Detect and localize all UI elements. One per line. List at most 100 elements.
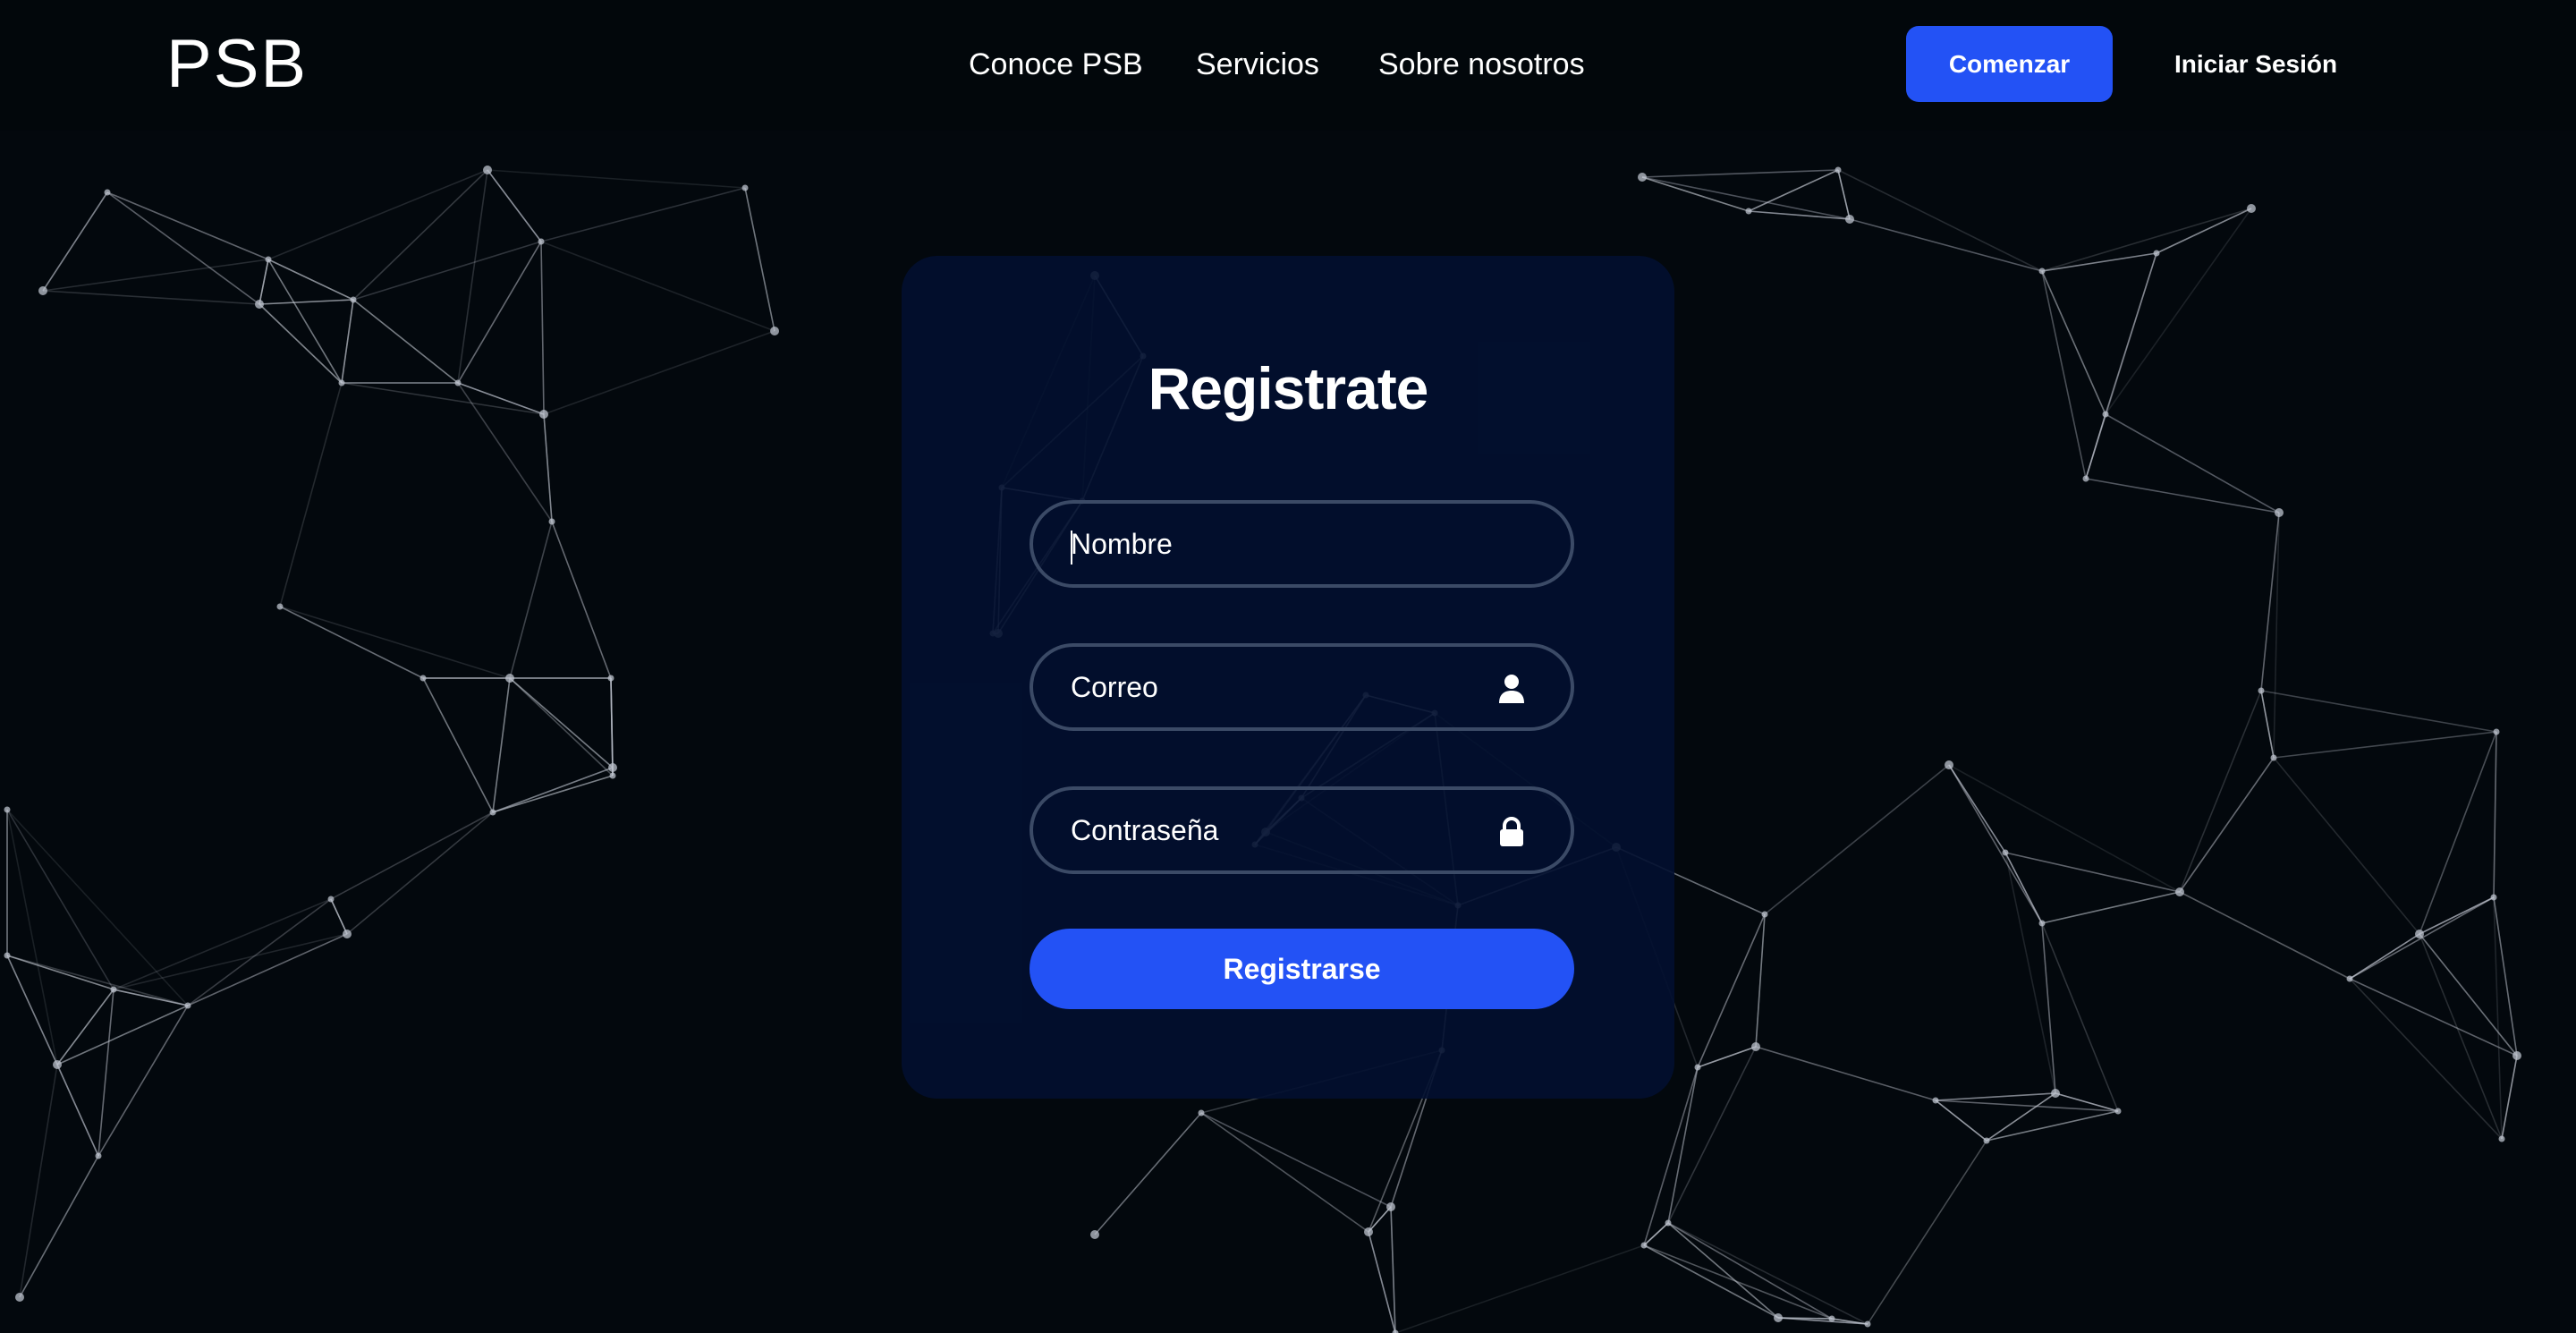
network-node	[1745, 208, 1752, 215]
network-node	[343, 930, 352, 938]
network-line	[1935, 1092, 2056, 1101]
email-input[interactable]	[1033, 647, 1571, 727]
network-line	[509, 677, 614, 768]
network-line	[2419, 731, 2497, 935]
network-line	[492, 677, 511, 813]
password-input[interactable]	[1033, 790, 1571, 870]
network-node	[741, 184, 749, 191]
network-line	[1837, 169, 2043, 272]
network-line	[540, 241, 545, 415]
network-line	[492, 775, 614, 813]
nav-link-sobre-nosotros[interactable]: Sobre nosotros	[1378, 43, 1585, 86]
password-field[interactable]	[1030, 786, 1574, 874]
network-line	[610, 677, 614, 768]
network-line	[330, 898, 348, 935]
email-field[interactable]	[1030, 643, 1574, 731]
name-input[interactable]	[1033, 504, 1571, 584]
network-line	[1641, 176, 1851, 220]
network-line	[1368, 1206, 1392, 1233]
network-line	[1641, 176, 1750, 212]
network-line	[6, 809, 189, 1006]
network-node	[327, 896, 335, 903]
network-node	[1364, 1227, 1373, 1236]
network-node	[1665, 1219, 1672, 1227]
nav-link-conoce-psb[interactable]: Conoce PSB	[969, 43, 1143, 86]
network-line	[2004, 852, 2181, 893]
network-line	[492, 767, 614, 813]
network-node	[338, 379, 345, 386]
nav-link-servicios[interactable]: Servicios	[1196, 43, 1319, 86]
network-node	[539, 410, 548, 419]
network-line	[279, 606, 511, 679]
network-line	[113, 933, 348, 990]
network-line	[267, 169, 488, 260]
network-line	[56, 989, 114, 1066]
network-line	[1667, 1066, 1699, 1224]
network-line	[457, 382, 545, 415]
network-line	[1948, 764, 2181, 893]
network-node	[538, 238, 545, 245]
register-button[interactable]: Registrarse	[1030, 929, 1574, 1009]
network-node	[489, 809, 496, 816]
iniciar-sesion-link[interactable]: Iniciar Sesión	[2174, 43, 2337, 86]
network-line	[2273, 512, 2280, 759]
network-node	[15, 1293, 24, 1302]
text-cursor	[1071, 531, 1072, 565]
network-line	[2260, 690, 2275, 759]
network-line	[42, 191, 108, 292]
network-line	[2260, 690, 2497, 733]
network-line	[2041, 891, 2181, 924]
network-line	[551, 521, 612, 679]
name-field[interactable]	[1030, 500, 1574, 588]
network-line	[42, 290, 260, 305]
network-line	[487, 169, 542, 242]
network-node	[2493, 728, 2500, 735]
comenzar-button[interactable]: Comenzar	[1906, 26, 2113, 102]
register-card: Registrate Registrarse	[902, 256, 1674, 1099]
network-node	[2175, 887, 2184, 896]
network-node	[2082, 475, 2089, 482]
network-line	[2105, 208, 2252, 415]
network-node	[4, 952, 11, 959]
network-node	[483, 166, 492, 174]
network-node	[1828, 1315, 1835, 1322]
network-node	[1864, 1320, 1871, 1328]
network-line	[258, 259, 269, 305]
network-node	[2038, 267, 2046, 275]
network-line	[2501, 1055, 2518, 1140]
network-node	[1983, 1137, 1990, 1144]
network-line	[56, 1005, 189, 1066]
network-node	[1694, 1064, 1701, 1071]
network-line	[2041, 922, 2056, 1094]
network-line	[1394, 1244, 1645, 1333]
network-node	[110, 986, 117, 993]
network-node	[505, 674, 514, 683]
network-node	[2247, 204, 2256, 213]
network-line	[509, 677, 614, 777]
network-line	[1748, 210, 1851, 220]
network-node	[184, 1002, 191, 1009]
network-node	[770, 327, 779, 335]
network-node	[95, 1152, 102, 1159]
network-node	[2270, 754, 2277, 761]
network-line	[106, 191, 269, 260]
network-line	[2419, 933, 2503, 1140]
network-node	[265, 256, 272, 263]
network-node	[1090, 1230, 1099, 1239]
network-line	[1390, 1206, 1396, 1333]
network-line	[1777, 1317, 1833, 1320]
psb-logo[interactable]: PSB	[166, 21, 308, 107]
network-node	[2275, 508, 2284, 517]
network-line	[2493, 896, 2503, 1140]
network-line	[1368, 1231, 1396, 1333]
network-node	[2002, 849, 2009, 856]
network-line	[2273, 731, 2497, 759]
network-line	[1748, 169, 1839, 212]
network-line	[509, 521, 553, 679]
network-line	[487, 169, 746, 189]
network-line	[106, 191, 260, 305]
network-line	[2041, 270, 2087, 480]
network-line	[346, 811, 494, 935]
network-node	[548, 518, 555, 525]
network-node	[419, 675, 427, 682]
